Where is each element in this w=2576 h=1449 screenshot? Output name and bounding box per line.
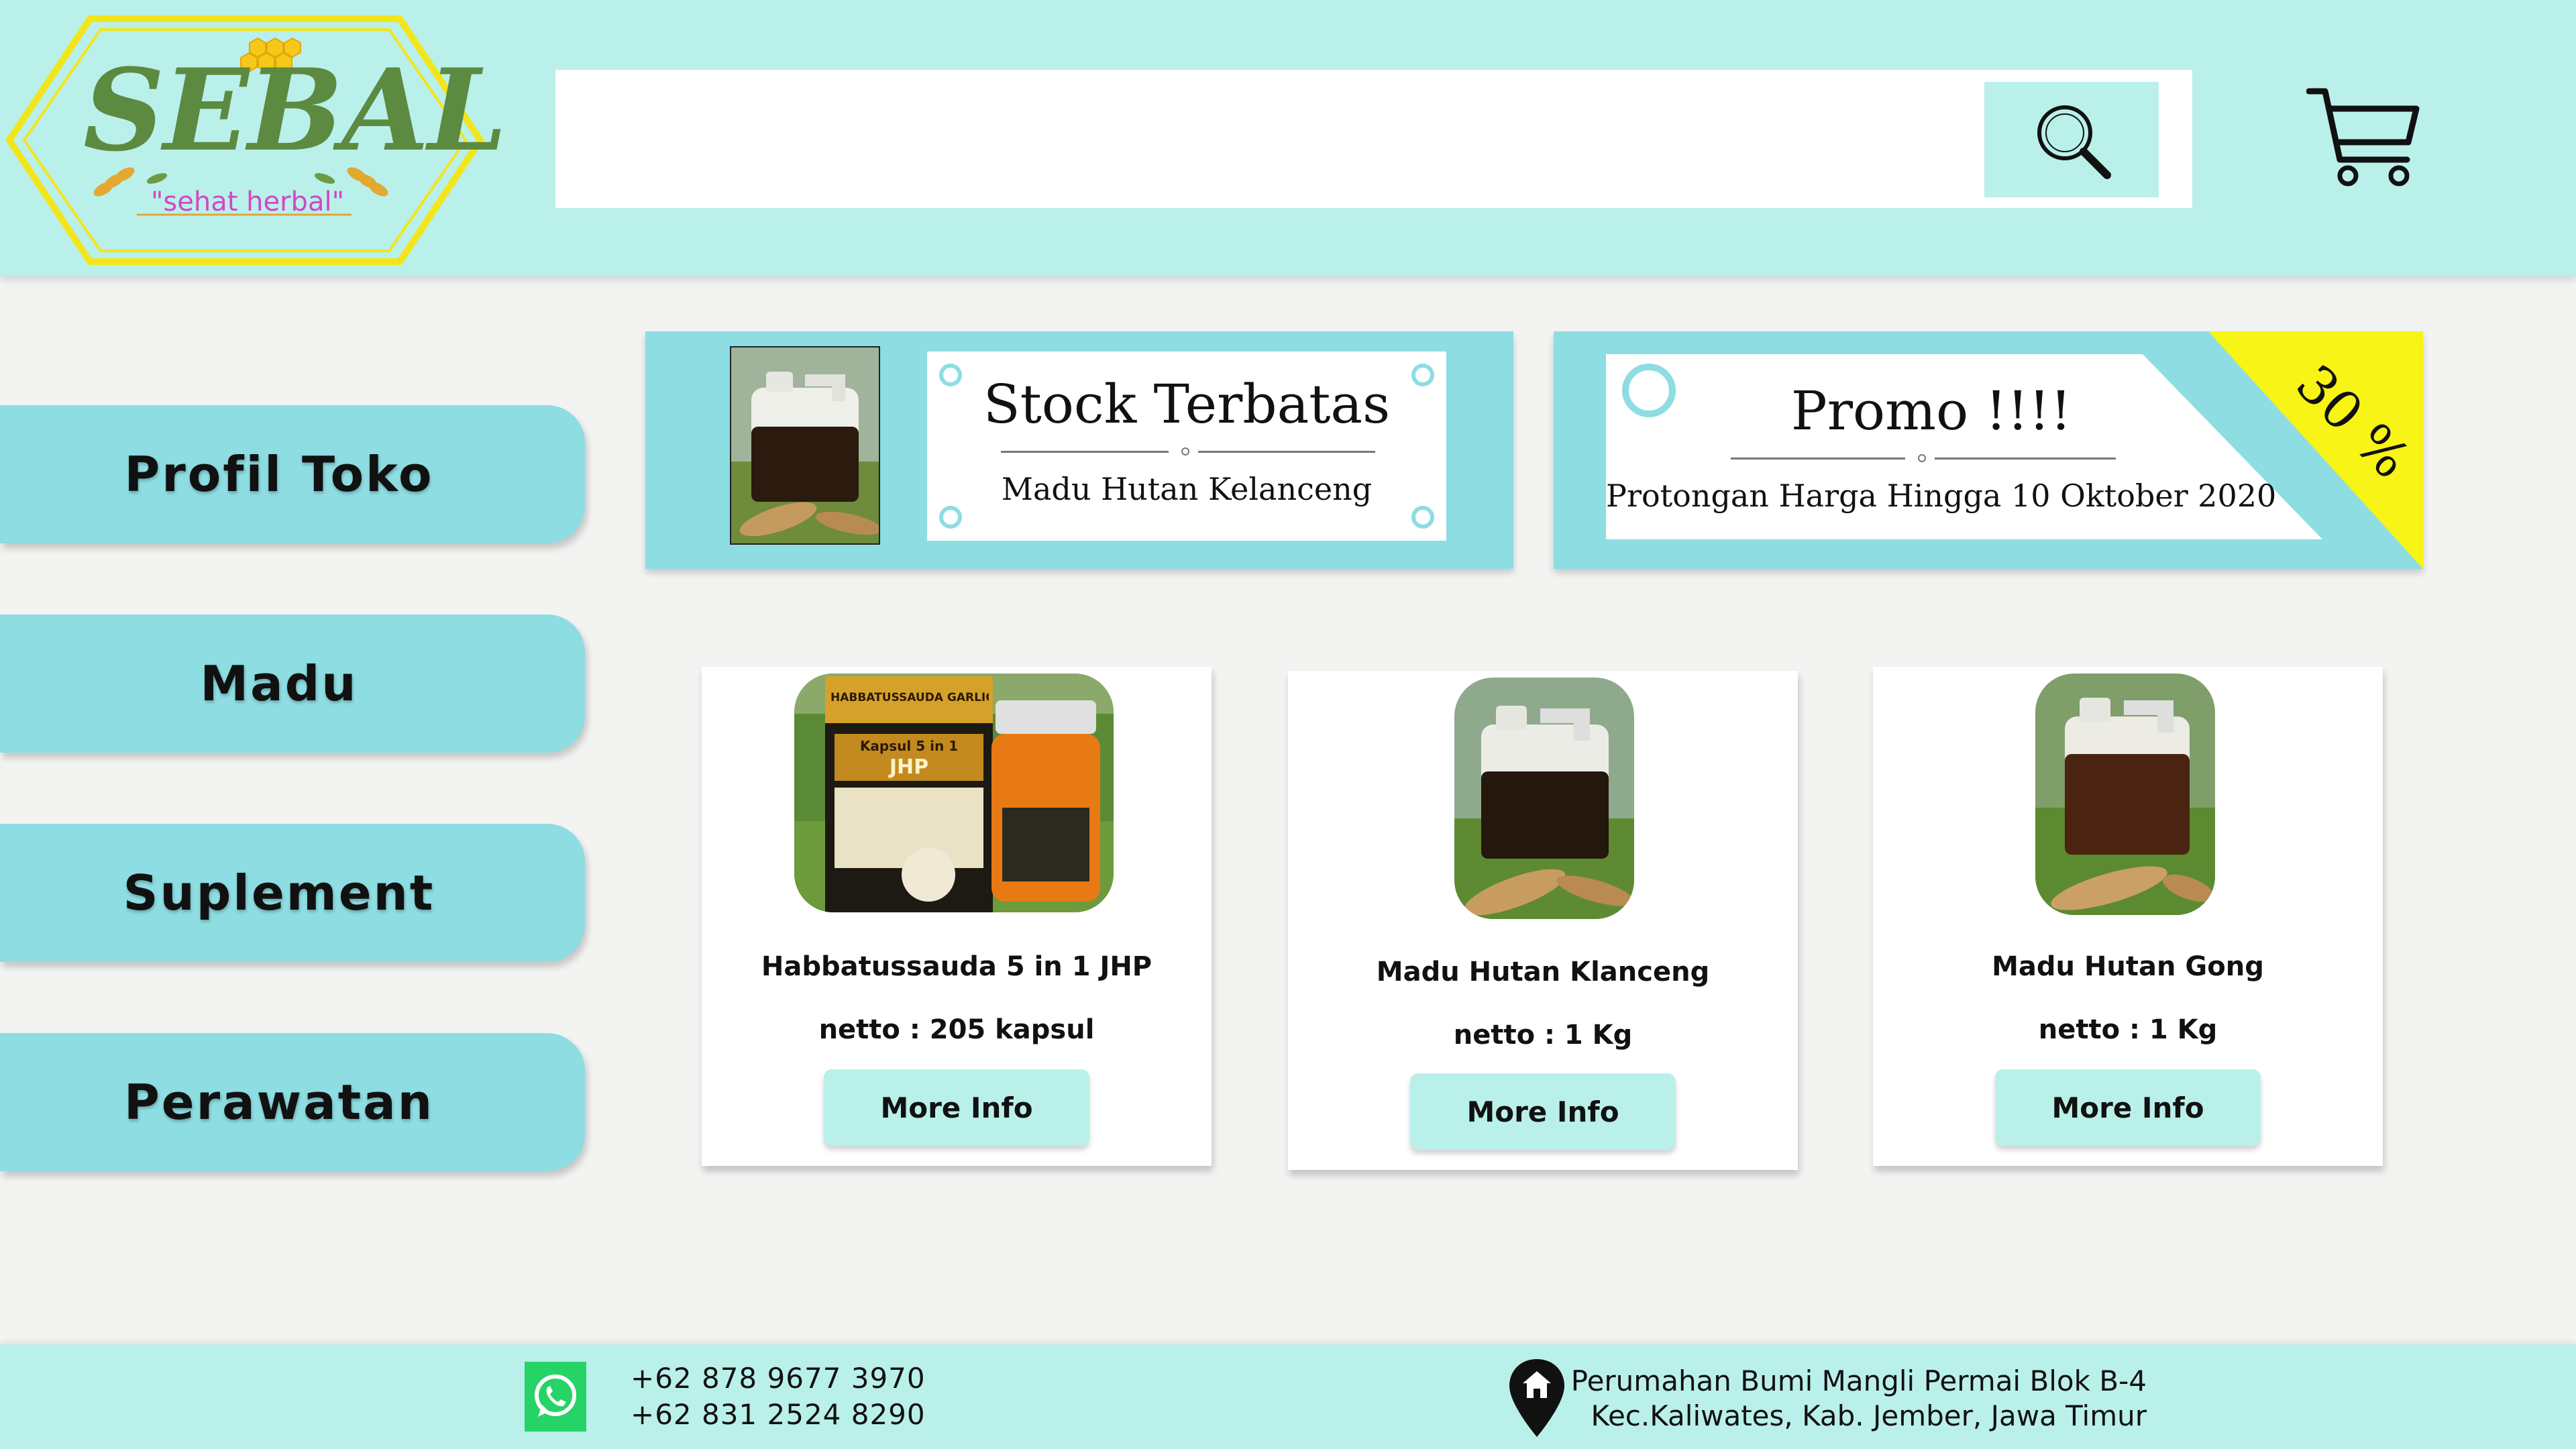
product-box-brand-text: HABBATUSSAUDA GARLIC [830,691,989,704]
logo-tagline: "sehat herbal" [151,186,344,217]
promo-banner-title: Promo !!!! [1790,380,2072,442]
more-info-button[interactable]: More Info [1410,1073,1676,1150]
whatsapp-icon[interactable] [525,1362,586,1432]
product-card-madu-hutan-klanceng[interactable]: Madu Hutan Klanceng netto : 1 Kg More In… [1288,671,1798,1170]
banner-ring-decoration [1411,506,1434,529]
stock-banner[interactable]: Stock Terbatas Madu Hutan Kelanceng [645,331,1513,569]
product-image: HABBATUSSAUDA GARLIC Kapsul 5 in 1 JHP [794,674,1114,912]
divider [1935,458,2116,460]
product-name: Madu Hutan Gong [1992,951,2264,982]
search-button[interactable] [1984,82,2159,197]
divider [1001,451,1169,453]
product-card-madu-hutan-gong[interactable]: Madu Hutan Gong netto : 1 Kg More Info [1873,667,2383,1166]
cart-icon[interactable] [2306,86,2420,186]
address-line: Perumahan Bumi Mangli Permai Blok B-4 [1570,1364,2147,1397]
product-name: Madu Hutan Klanceng [1376,957,1710,987]
footer: +62 878 9677 3970 +62 831 2524 8290 Peru… [0,1344,2576,1449]
more-info-button[interactable]: More Info [824,1069,1089,1146]
product-box-mark-text: JHP [889,755,929,779]
search-input[interactable] [555,70,2192,208]
sidebar-item-madu[interactable]: Madu [0,614,585,753]
header: SEBAL "sehat herbal" [0,0,2576,276]
banner-ring-decoration [939,506,962,529]
stock-banner-subtitle: Madu Hutan Kelanceng [1001,471,1373,507]
promo-banner-card: Promo !!!! Protongan Harga Hingga 10 Okt… [1606,354,2371,539]
promo-banner[interactable]: 30 % Promo !!!! Protongan Harga Hingga 1… [1554,331,2423,569]
logo-wordmark: SEBAL [83,44,507,176]
stock-banner-card: Stock Terbatas Madu Hutan Kelanceng [927,352,1446,541]
product-netto: netto : 205 kapsul [818,1014,1095,1045]
stock-banner-title: Stock Terbatas [983,373,1391,435]
product-card-habbatussauda[interactable]: HABBATUSSAUDA GARLIC Kapsul 5 in 1 JHP H… [702,667,1212,1166]
phone-number[interactable]: +62 831 2524 8290 [631,1398,926,1431]
more-info-button[interactable]: More Info [1995,1069,2261,1146]
location-pin-icon [1509,1359,1564,1437]
sidebar-item-label: Profil Toko [124,446,434,502]
sidebar-item-label: Suplement [123,865,435,921]
address-line: Kec.Kaliwates, Kab. Jember, Jawa Timur [1591,1399,2147,1432]
sidebar-item-suplement[interactable]: Suplement [0,824,585,962]
product-image [2035,674,2215,915]
product-netto: netto : 1 Kg [2038,1014,2218,1045]
phone-number[interactable]: +62 878 9677 3970 [631,1362,926,1395]
divider [1198,451,1375,453]
sidebar-item-label: Perawatan [123,1074,435,1130]
sidebar-item-profil-toko[interactable]: Profil Toko [0,405,585,543]
honey-jerrycan-photo [730,346,880,545]
product-image [1454,678,1634,919]
divider-dot [1181,447,1189,455]
product-netto: netto : 1 Kg [1453,1020,1633,1051]
divider [1731,458,1905,460]
promo-banner-subtitle: Protongan Harga Hingga 10 Oktober 2020 [1606,478,2277,514]
product-box-line-text: Kapsul 5 in 1 [859,738,959,754]
sidebar-item-perawatan[interactable]: Perawatan [0,1033,585,1171]
sidebar-item-label: Madu [200,655,358,712]
divider-dot [1918,454,1926,462]
product-name: Habbatussauda 5 in 1 JHP [761,951,1152,982]
search-icon [2037,105,2111,179]
sebal-logo[interactable]: SEBAL "sehat herbal" [3,13,507,267]
